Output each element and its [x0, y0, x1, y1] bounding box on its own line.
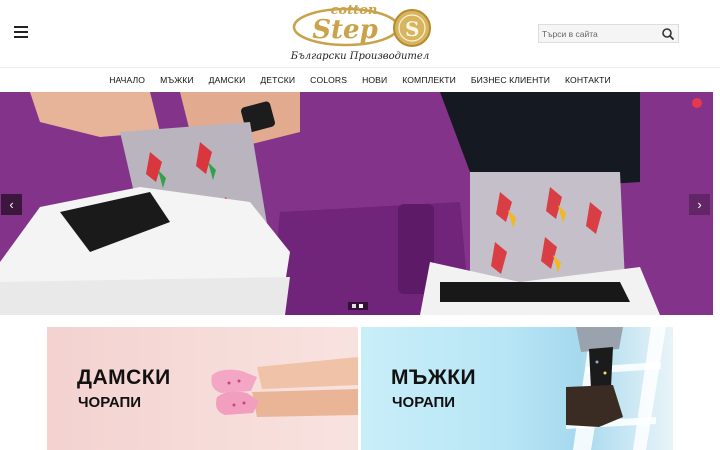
hero-slide-image [0, 92, 713, 315]
main-navigation: НАЧАЛО МЪЖКИ ДАМСКИ ДЕТСКИ COLORS НОВИ К… [0, 67, 720, 93]
nav-item-sets[interactable]: КОМПЛЕКТИ [402, 75, 456, 85]
hero-slider[interactable]: ‹ › [0, 92, 713, 315]
banner-women-subtitle: ЧОРАПИ [78, 394, 142, 411]
banner-men-subtitle: ЧОРАПИ [392, 394, 456, 411]
slider-dot[interactable] [352, 304, 356, 308]
chevron-left-icon: ‹ [9, 197, 14, 212]
banner-women-socks[interactable]: ДАМСКИ ЧОРАПИ [47, 327, 358, 450]
banner-men-title: МЪЖКИ [391, 366, 477, 389]
slider-pagination[interactable] [348, 302, 368, 310]
search-icon[interactable] [661, 27, 675, 41]
slider-next-button[interactable]: › [689, 194, 710, 215]
logo-tagline: Български Производител [290, 51, 430, 62]
logo-word-main: Step [312, 15, 378, 45]
slider-dot-active[interactable] [359, 304, 363, 308]
nav-item-business[interactable]: БИЗНЕС КЛИЕНТИ [471, 75, 550, 85]
search-box [538, 24, 679, 43]
nav-item-women[interactable]: ДАМСКИ [209, 75, 246, 85]
nav-item-kids[interactable]: ДЕТСКИ [260, 75, 295, 85]
nav-item-contacts[interactable]: КОНТАКТИ [565, 75, 611, 85]
banner-men-socks[interactable]: МЪЖКИ ЧОРАПИ [361, 327, 673, 450]
svg-text:S: S [405, 17, 419, 41]
chevron-right-icon: › [697, 197, 702, 212]
search-input[interactable] [542, 26, 654, 41]
site-logo[interactable]: S cotton Step Български Производител [286, 3, 434, 65]
hamburger-menu-icon[interactable] [14, 26, 28, 38]
nav-item-new[interactable]: НОВИ [362, 75, 387, 85]
nav-item-colors[interactable]: COLORS [310, 75, 347, 85]
slider-prev-button[interactable]: ‹ [1, 194, 22, 215]
banner-women-title: ДАМСКИ [77, 366, 171, 389]
nav-item-men[interactable]: МЪЖКИ [160, 75, 194, 85]
site-header: S cotton Step Български Производител [0, 0, 720, 67]
nav-item-home[interactable]: НАЧАЛО [109, 75, 145, 85]
